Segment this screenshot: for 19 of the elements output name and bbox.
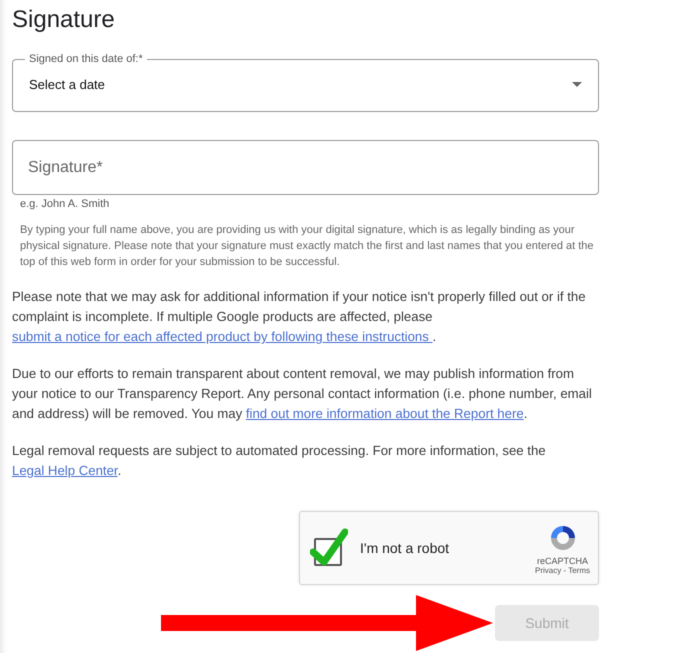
notice-paragraph: Legal removal requests are subject to automated processing. For more information, see the Legal Help Center. bbox=[12, 442, 547, 480]
captcha-brand: reCAPTCHA bbox=[537, 556, 588, 566]
text-link[interactable]: Legal Help Center bbox=[12, 463, 118, 478]
arrow-icon bbox=[161, 595, 493, 651]
text-link[interactable]: find out more information about the Report here bbox=[246, 406, 524, 421]
page-title: Signature bbox=[12, 6, 116, 34]
notice-paragraph: Please note that we may ask for additional information if your notice isn't properly filled out or if the complaint is incomplete. If multiple Google products are affected, please submit a notice for each affected product by following these instructions . bbox=[12, 288, 587, 346]
text-link[interactable]: submit a notice for each affected product by following these instructions bbox=[12, 329, 433, 344]
caret-icon bbox=[572, 82, 582, 87]
captcha-label: I'm not a robot bbox=[360, 540, 450, 556]
select-value: Select a date bbox=[29, 77, 106, 92]
field-hint: e.g. John A. Smith bbox=[20, 198, 110, 210]
captcha-links[interactable]: Privacy - Terms bbox=[535, 566, 590, 574]
disclaimer-text: By typing your full name above, you are providing us with your digital signature, which is as legally binding as your physical signature. Please note that your signature must exactly match the first and last names that you entered at the top of this web form in order for your submission to be successful. bbox=[20, 223, 595, 270]
notice-paragraph: Due to our efforts to remain transparent about content removal, we may publish information from your notice to our Transparency Report. Any personal contact information (i.e. phone number, email and address) will be removed. You may find out more information about the Report here. bbox=[12, 365, 593, 423]
signature-field[interactable]: Signature* bbox=[12, 140, 599, 195]
date-select[interactable]: Signed on this date of:* Select a date bbox=[12, 52, 599, 112]
field-label: Signed on this date of:* bbox=[28, 52, 144, 66]
captcha-checkbox[interactable] bbox=[310, 528, 348, 568]
